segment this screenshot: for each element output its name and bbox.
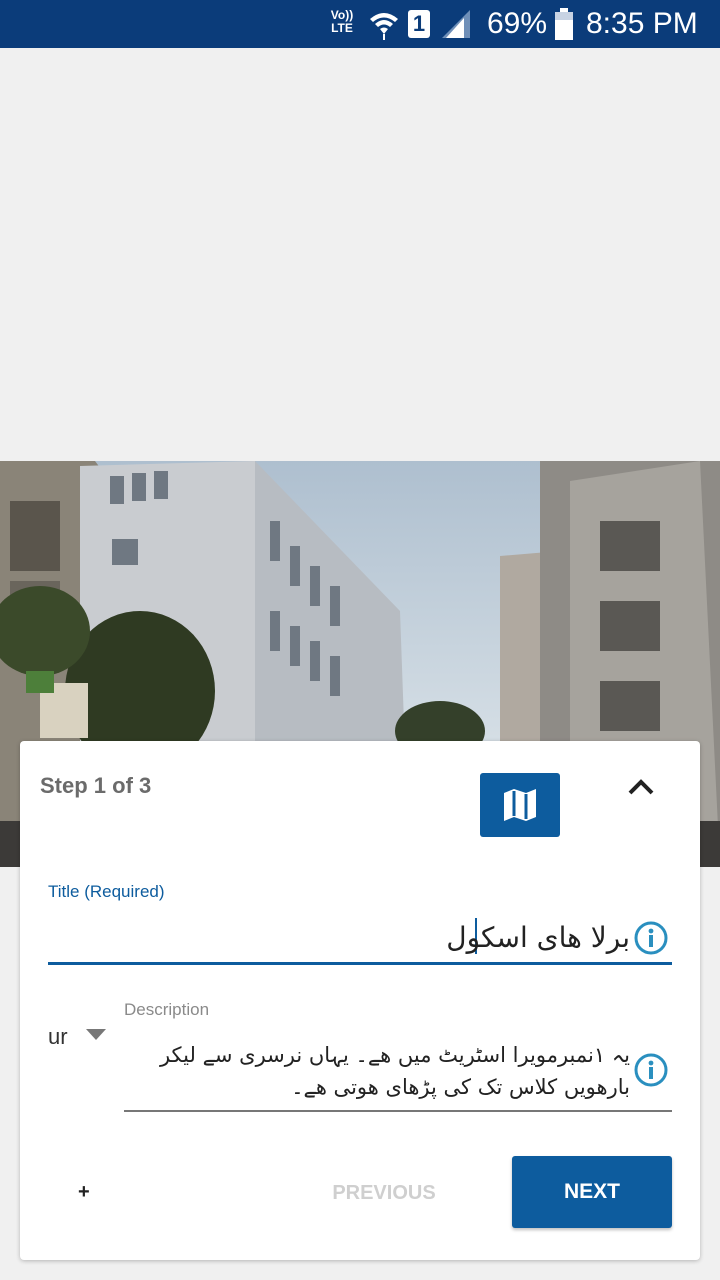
title-info-icon[interactable] xyxy=(634,921,668,955)
title-input[interactable]: برلا ھای اسکول xyxy=(446,921,630,954)
description-info-icon[interactable] xyxy=(634,1053,668,1087)
title-field[interactable]: برلا ھای اسکول xyxy=(48,913,672,965)
battery-percent: 69% xyxy=(487,7,548,40)
map-button[interactable] xyxy=(480,773,560,837)
volte-indicator: Vo)) LTE xyxy=(330,8,354,35)
dropdown-arrow-icon[interactable] xyxy=(86,1029,106,1040)
signal-icon xyxy=(442,10,470,38)
language-selector[interactable]: ur xyxy=(48,1024,68,1050)
step-indicator: Step 1 of 3 xyxy=(40,773,152,798)
description-label: Description xyxy=(124,1000,210,1019)
sim-slot-indicator: 1 xyxy=(408,10,430,38)
title-label: Title (Required) xyxy=(48,882,165,901)
map-icon xyxy=(504,789,536,821)
next-button[interactable]: NEXT xyxy=(512,1156,672,1228)
chevron-up-icon[interactable] xyxy=(620,769,662,805)
add-language-button[interactable]: + xyxy=(78,1181,90,1204)
previous-button[interactable]: PREVIOUS xyxy=(320,1182,448,1205)
description-input[interactable]: یہ ۱نمبرمویرا اسٹریٹ میں ھے۔ یہاں نرسری … xyxy=(150,1039,630,1103)
status-bar: Vo)) LTE 1 69% 8:35 PM xyxy=(0,0,720,48)
description-field[interactable]: یہ ۱نمبرمویرا اسٹریٹ میں ھے۔ یہاں نرسری … xyxy=(124,1031,672,1112)
upload-step-card: Step 1 of 3 Title (Required) برلا ھای اس… xyxy=(20,741,700,1260)
battery-icon xyxy=(555,8,573,40)
wifi-icon xyxy=(370,13,398,40)
clock: 8:35 PM xyxy=(586,7,698,40)
